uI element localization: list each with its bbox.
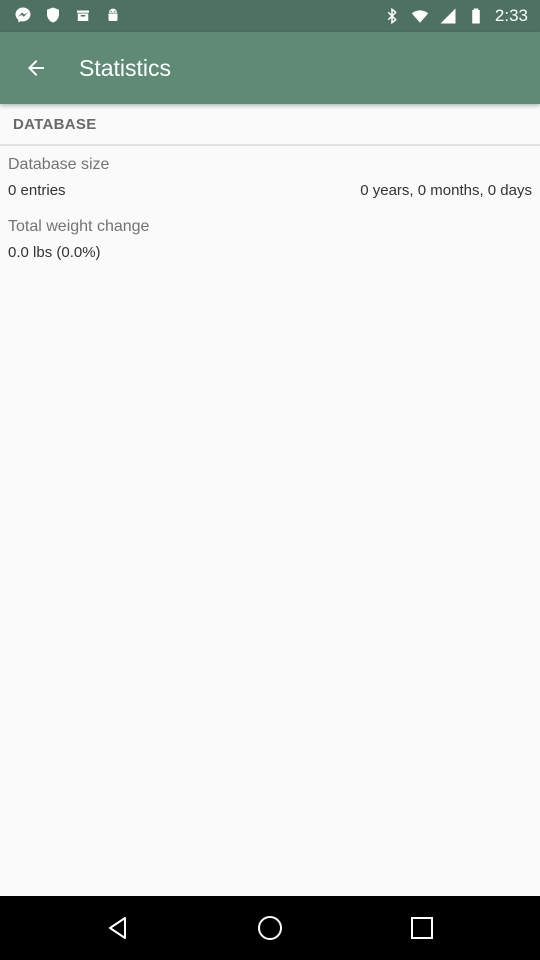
section-header-database: DATABASE	[13, 116, 97, 133]
system-nav-bar	[0, 896, 540, 960]
nav-back-button[interactable]	[102, 912, 134, 944]
status-notification-icons	[14, 6, 122, 24]
box-icon	[74, 6, 92, 24]
shield-icon	[44, 6, 62, 24]
recents-square-icon	[408, 914, 436, 942]
messenger-icon	[14, 6, 32, 24]
entries-count-value: 0 entries	[8, 182, 66, 199]
status-time: 2:33	[494, 6, 528, 25]
battery-icon	[467, 7, 485, 25]
back-button[interactable]	[12, 44, 60, 92]
page-title: Statistics	[79, 55, 172, 81]
nav-home-button[interactable]	[254, 912, 286, 944]
signal-icon	[439, 7, 457, 25]
nav-recents-button[interactable]	[406, 912, 438, 944]
database-size-label: Database size	[8, 156, 110, 173]
database-duration-value: 0 years, 0 months, 0 days	[360, 182, 532, 199]
app-bar: Statistics	[0, 32, 540, 104]
status-system-icons: 2:33	[383, 5, 528, 27]
weight-change-label: Total weight change	[8, 218, 150, 235]
weight-change-value: 0.0 lbs (0.0%)	[8, 244, 101, 261]
section-divider	[0, 144, 540, 146]
back-triangle-icon	[104, 914, 132, 942]
arrow-back-icon	[24, 56, 48, 80]
bluetooth-icon	[383, 7, 401, 25]
wifi-icon	[411, 7, 429, 25]
android-icon	[104, 6, 122, 24]
status-bar: 2:33	[0, 0, 540, 32]
home-circle-icon	[256, 914, 284, 942]
